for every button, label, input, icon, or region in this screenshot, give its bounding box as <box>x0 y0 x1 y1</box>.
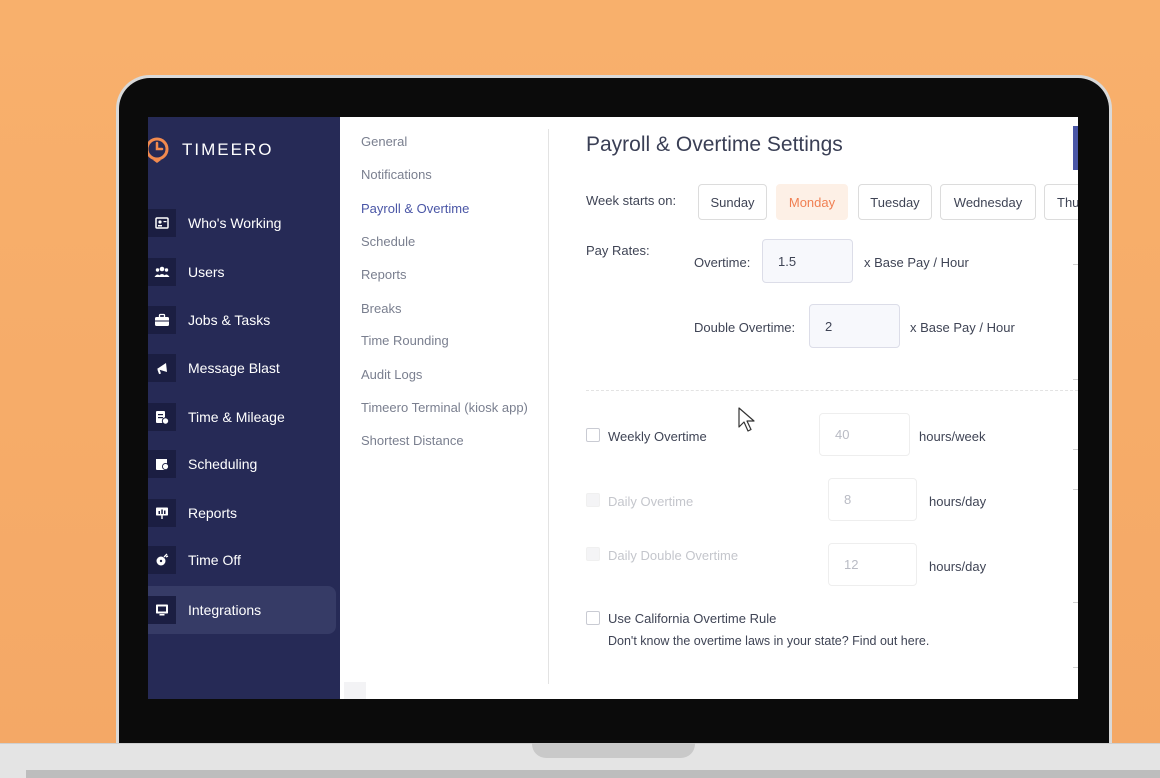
settings-nav-payroll-overtime[interactable]: Payroll & Overtime <box>361 201 469 216</box>
week-start-label: Week starts on: <box>586 193 677 208</box>
timeero-logo-icon <box>148 137 169 163</box>
sidebar-item-label: Integrations <box>188 602 262 618</box>
scroll-tick <box>1073 449 1078 450</box>
laptop-notch <box>532 743 695 758</box>
daily-double-overtime-suffix: hours/day <box>929 559 987 574</box>
pay-rates-label: Pay Rates: <box>586 243 650 258</box>
sidebar-item-time-mileage[interactable]: Time & Mileage <box>148 393 336 441</box>
sidebar-item-message-blast[interactable]: Message Blast <box>148 344 336 392</box>
daily-double-overtime-label: Daily Double Overtime <box>608 548 739 563</box>
day-button-wednesday[interactable]: Wednesday <box>940 184 1036 220</box>
settings-nav-audit-logs[interactable]: Audit Logs <box>361 367 422 382</box>
scroll-tick <box>1073 602 1078 603</box>
sidebar-item-label: Message Blast <box>188 360 280 376</box>
daily-double-overtime-checkbox[interactable] <box>586 547 600 561</box>
sidebar-item-label: Time & Mileage <box>188 409 285 425</box>
weekly-overtime-label: Weekly Overtime <box>608 429 707 444</box>
sidebar-item-integrations[interactable]: Integrations <box>148 586 336 634</box>
timesheet-icon <box>148 403 176 431</box>
settings-nav-shortest-distance[interactable]: Shortest Distance <box>361 433 464 448</box>
sidebar-item-label: Reports <box>188 505 238 521</box>
california-overtime-label: Use California Overtime Rule <box>608 611 777 626</box>
scroll-tick <box>1073 379 1078 380</box>
sidebar-item-label: Who's Working <box>188 215 282 231</box>
sidebar-item-label: Users <box>188 264 225 280</box>
double-overtime-rate-input[interactable]: 2 <box>809 304 900 348</box>
sidebar-item-time-off[interactable]: Time Off <box>148 536 336 584</box>
scroll-tick <box>1073 264 1078 265</box>
sidebar-item-jobs-tasks[interactable]: Jobs & Tasks <box>148 296 336 344</box>
monitor-icon <box>148 596 176 624</box>
daily-overtime-suffix: hours/day <box>929 494 987 509</box>
scroll-tick <box>1073 489 1078 490</box>
sidebar-item-users[interactable]: Users <box>148 248 336 296</box>
settings-nav-time-rounding[interactable]: Time Rounding <box>361 333 449 348</box>
settings-nav-schedule[interactable]: Schedule <box>361 234 415 249</box>
settings-nav-terminal[interactable]: Timeero Terminal (kiosk app) <box>361 400 528 415</box>
sidebar-item-label: Scheduling <box>188 456 258 472</box>
weekly-overtime-checkbox[interactable] <box>586 428 600 442</box>
day-button-thursday[interactable]: Thu <box>1044 184 1078 220</box>
presentation-icon <box>148 499 176 527</box>
overtime-laws-link[interactable]: Don't know the overtime laws in your sta… <box>608 634 929 648</box>
daily-double-overtime-hours-input[interactable]: 12 <box>828 543 917 586</box>
sidebar: TIMEERO Who's Working Users Jobs & Tasks… <box>148 117 340 699</box>
weekly-overtime-hours-input[interactable]: 40 <box>819 413 910 456</box>
briefcase-icon <box>148 306 176 334</box>
weekly-overtime-suffix: hours/week <box>919 429 986 444</box>
overtime-rate-input[interactable]: 1.5 <box>762 239 853 283</box>
day-button-sunday[interactable]: Sunday <box>698 184 767 220</box>
sidebar-item-reports[interactable]: Reports <box>148 489 336 537</box>
overtime-suffix: x Base Pay / Hour <box>864 255 969 270</box>
sidebar-item-label: Jobs & Tasks <box>188 312 271 328</box>
overtime-label: Overtime: <box>694 255 751 270</box>
app-screen: TIMEERO Who's Working Users Jobs & Tasks… <box>148 117 1078 699</box>
daily-overtime-hours-input[interactable]: 8 <box>828 478 917 521</box>
sidebar-item-label: Time Off <box>188 552 241 568</box>
users-icon <box>148 258 176 286</box>
brand-name: TIMEERO <box>182 140 274 159</box>
time-off-icon <box>148 546 176 574</box>
bottom-strip <box>344 682 366 699</box>
calendar-clock-icon <box>148 450 176 478</box>
settings-nav-breaks[interactable]: Breaks <box>361 301 401 316</box>
settings-nav: General Notifications Payroll & Overtime… <box>340 117 550 699</box>
sidebar-item-scheduling[interactable]: Scheduling <box>148 440 336 488</box>
logo[interactable]: TIMEERO <box>148 137 273 163</box>
settings-nav-divider <box>548 129 549 684</box>
settings-nav-notifications[interactable]: Notifications <box>361 167 432 182</box>
daily-overtime-label: Daily Overtime <box>608 494 694 509</box>
double-overtime-label: Double Overtime: <box>694 320 796 335</box>
section-divider <box>586 390 1078 391</box>
daily-overtime-checkbox[interactable] <box>586 493 600 507</box>
page-title: Payroll & Overtime Settings <box>586 133 843 156</box>
mouse-cursor-icon <box>738 407 755 432</box>
settings-nav-general[interactable]: General <box>361 134 407 149</box>
laptop-base-shadow <box>26 770 1160 778</box>
day-button-tuesday[interactable]: Tuesday <box>858 184 932 220</box>
settings-nav-reports[interactable]: Reports <box>361 267 407 282</box>
double-overtime-suffix: x Base Pay / Hour <box>910 320 1015 335</box>
megaphone-icon <box>148 354 176 382</box>
accent-bar <box>1073 126 1078 170</box>
california-overtime-checkbox[interactable] <box>586 611 600 625</box>
scroll-tick <box>1073 667 1078 668</box>
sidebar-item-whos-working[interactable]: Who's Working <box>148 199 336 247</box>
id-card-icon <box>148 209 176 237</box>
day-button-monday[interactable]: Monday <box>776 184 848 220</box>
